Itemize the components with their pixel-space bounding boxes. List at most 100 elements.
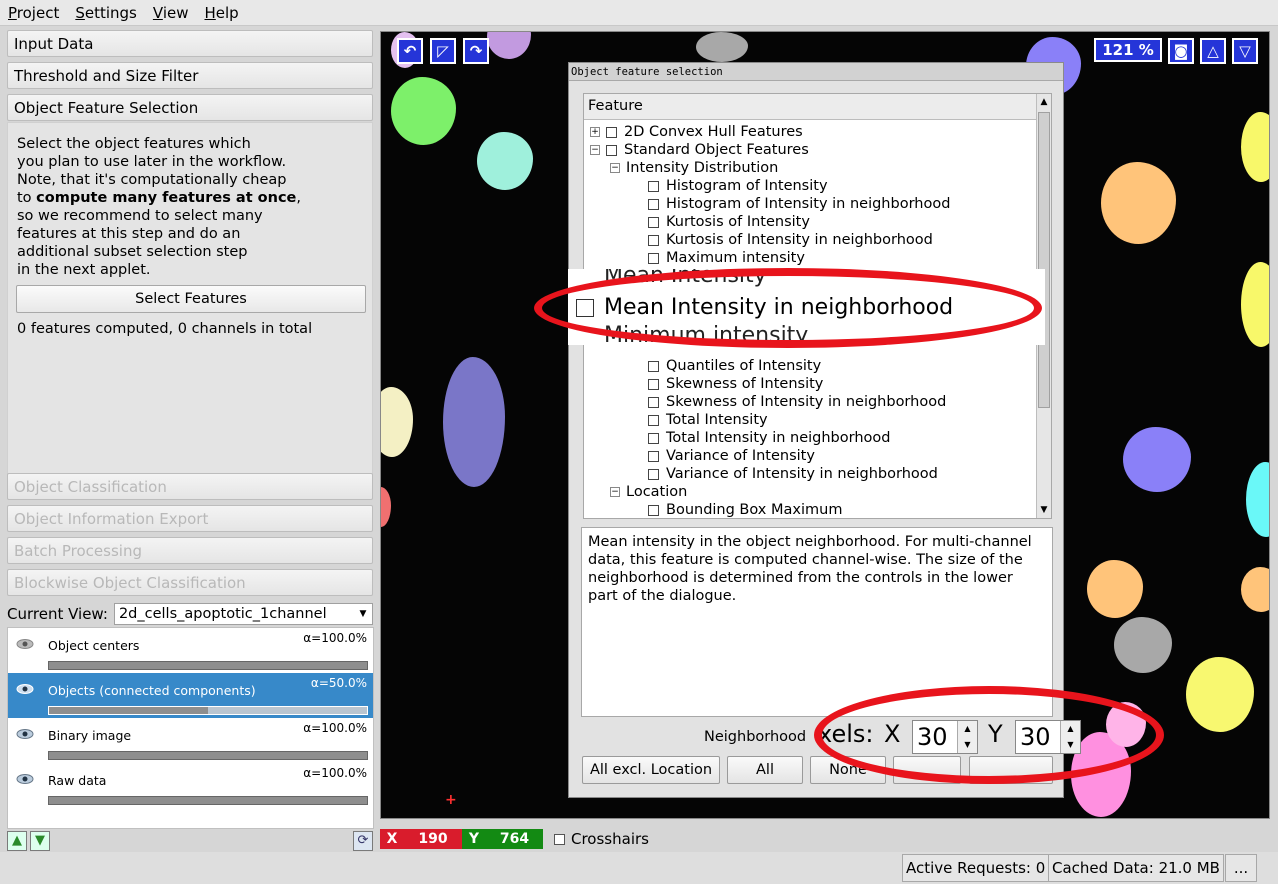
checkbox[interactable] bbox=[648, 504, 659, 516]
applet-body: Select the object features which you pla… bbox=[7, 122, 373, 499]
swap-axes-icon[interactable]: ◸ bbox=[430, 38, 456, 64]
layer-item[interactable]: Objects (connected components) α=50.0% bbox=[8, 673, 373, 718]
layer-item[interactable]: Binary image α=100.0% bbox=[8, 718, 373, 763]
checkbox[interactable] bbox=[606, 144, 617, 156]
desc-line: additional subset selection step bbox=[17, 244, 248, 260]
eye-icon[interactable] bbox=[16, 728, 34, 740]
y-coordinate: Y 764 bbox=[462, 829, 543, 849]
more-button[interactable]: ... bbox=[1225, 854, 1257, 882]
tree-item[interactable]: Bounding Box Maximum bbox=[648, 501, 842, 518]
checkbox[interactable] bbox=[648, 234, 659, 246]
tree-item[interactable]: Skewness of Intensity bbox=[648, 375, 823, 393]
checkbox[interactable] bbox=[648, 180, 659, 192]
applet-input-data[interactable]: Input Data bbox=[7, 30, 373, 57]
applet-batch-processing[interactable]: Batch Processing bbox=[7, 537, 373, 564]
cell-object bbox=[1186, 657, 1254, 732]
checkbox[interactable] bbox=[648, 396, 659, 408]
applet-blockwise[interactable]: Blockwise Object Classification bbox=[7, 569, 373, 596]
desc-line: so we recommend to select many bbox=[17, 208, 263, 224]
applet-object-information-export[interactable]: Object Information Export bbox=[7, 505, 373, 532]
select-features-button[interactable]: Select Features bbox=[16, 285, 366, 313]
tree-item[interactable]: Skewness of Intensity in neighborhood bbox=[648, 393, 946, 411]
checkbox[interactable] bbox=[648, 360, 659, 372]
cell-object bbox=[391, 77, 456, 145]
menu-project[interactable]: Project bbox=[6, 4, 61, 22]
move-layer-down-icon[interactable]: ▼ bbox=[30, 831, 50, 851]
scroll-thumb[interactable] bbox=[1038, 112, 1050, 408]
eye-icon[interactable] bbox=[16, 683, 34, 695]
checkbox[interactable] bbox=[648, 252, 659, 264]
eye-icon[interactable] bbox=[16, 638, 34, 650]
opacity-slider[interactable] bbox=[48, 661, 368, 670]
zoom-level[interactable]: 121 % bbox=[1094, 38, 1162, 62]
menu-bar: Project Settings View Help bbox=[0, 0, 1278, 26]
tree-item[interactable]: Maximum intensity bbox=[648, 249, 805, 267]
status-bar: Active Requests: 0 Cached Data: 21.0 MB … bbox=[0, 852, 1278, 884]
layer-alpha: α=100.0% bbox=[303, 631, 367, 645]
collapse-icon[interactable]: − bbox=[610, 163, 620, 173]
tree-item[interactable]: − Standard Object Features bbox=[590, 141, 809, 159]
tree-item[interactable]: − Location bbox=[610, 483, 687, 501]
menu-view[interactable]: View bbox=[151, 4, 191, 22]
expand-icon[interactable]: + bbox=[590, 127, 600, 137]
slice-up-icon[interactable]: △ bbox=[1200, 38, 1226, 64]
rotate-left-icon[interactable]: ↶ bbox=[397, 38, 423, 64]
tree-item-label: Kurtosis of Intensity in neighborhood bbox=[666, 232, 933, 248]
applet-threshold[interactable]: Threshold and Size Filter bbox=[7, 62, 373, 89]
tree-item[interactable]: Variance of Intensity in neighborhood bbox=[648, 465, 938, 483]
layer-item[interactable]: Object centers α=100.0% bbox=[8, 628, 373, 673]
layer-name: Objects (connected components) bbox=[48, 683, 256, 698]
menu-settings[interactable]: Settings bbox=[73, 4, 139, 22]
dialog-title: Object feature selection bbox=[569, 63, 1063, 81]
camera-icon[interactable]: ◙ bbox=[1168, 38, 1194, 64]
rotate-right-icon[interactable]: ↷ bbox=[463, 38, 489, 64]
layer-alpha: α=50.0% bbox=[310, 676, 367, 690]
chevron-down-icon: ▼ bbox=[359, 609, 367, 619]
tree-item[interactable]: Histogram of Intensity in neighborhood bbox=[648, 195, 950, 213]
desc-line: in the next applet. bbox=[17, 262, 151, 278]
tree-item[interactable]: Total Intensity bbox=[648, 411, 768, 429]
tree-item-label: Variance of Intensity in neighborhood bbox=[666, 466, 938, 482]
collapse-icon[interactable]: − bbox=[590, 145, 600, 155]
scroll-down-icon[interactable]: ▼ bbox=[1037, 502, 1051, 518]
opacity-slider[interactable] bbox=[48, 706, 368, 715]
applet-object-classification[interactable]: Object Classification bbox=[7, 473, 373, 500]
cell-object bbox=[477, 132, 533, 190]
current-view-select[interactable]: 2d_cells_apoptotic_1channel ▼ bbox=[113, 603, 373, 625]
applet-object-feature-selection[interactable]: Object Feature Selection bbox=[7, 94, 373, 121]
tree-item[interactable]: − Intensity Distribution bbox=[610, 159, 778, 177]
move-layer-up-icon[interactable]: ▲ bbox=[7, 831, 27, 851]
collapse-icon[interactable]: − bbox=[610, 487, 620, 497]
all-excl-location-button[interactable]: All excl. Location bbox=[582, 756, 720, 784]
tree-item[interactable]: +2D Convex Hull Features bbox=[590, 123, 803, 141]
checkbox[interactable] bbox=[648, 198, 659, 210]
all-button[interactable]: All bbox=[727, 756, 803, 784]
checkbox[interactable] bbox=[606, 126, 617, 138]
cell-object bbox=[487, 32, 531, 59]
crosshairs-toggle[interactable]: Crosshairs bbox=[554, 830, 649, 848]
tree-item[interactable]: Total Intensity in neighborhood bbox=[648, 429, 890, 447]
refresh-icon[interactable]: ⟳ bbox=[353, 831, 373, 851]
checkbox[interactable] bbox=[648, 216, 659, 228]
layer-item[interactable]: Raw data α=100.0% bbox=[8, 763, 373, 808]
tree-item-label: 2D Convex Hull Features bbox=[624, 124, 803, 140]
features-computed-label: 0 features computed, 0 channels in total bbox=[17, 321, 313, 337]
checkbox[interactable] bbox=[648, 432, 659, 444]
menu-help[interactable]: Help bbox=[203, 4, 241, 22]
opacity-slider[interactable] bbox=[48, 796, 368, 805]
slice-down-icon[interactable]: ▽ bbox=[1232, 38, 1258, 64]
checkbox[interactable] bbox=[648, 450, 659, 462]
eye-icon[interactable] bbox=[16, 773, 34, 785]
checkbox[interactable] bbox=[648, 468, 659, 480]
cell-object bbox=[1241, 262, 1269, 347]
tree-item[interactable]: Kurtosis of Intensity in neighborhood bbox=[648, 231, 933, 249]
opacity-slider[interactable] bbox=[48, 751, 368, 760]
tree-item[interactable]: Histogram of Intensity bbox=[648, 177, 828, 195]
checkbox[interactable] bbox=[554, 833, 565, 845]
checkbox[interactable] bbox=[648, 414, 659, 426]
scroll-up-icon[interactable]: ▲ bbox=[1037, 94, 1051, 110]
tree-item[interactable]: Variance of Intensity bbox=[648, 447, 815, 465]
tree-item[interactable]: Quantiles of Intensity bbox=[648, 357, 821, 375]
tree-item[interactable]: Kurtosis of Intensity bbox=[648, 213, 810, 231]
checkbox[interactable] bbox=[648, 378, 659, 390]
